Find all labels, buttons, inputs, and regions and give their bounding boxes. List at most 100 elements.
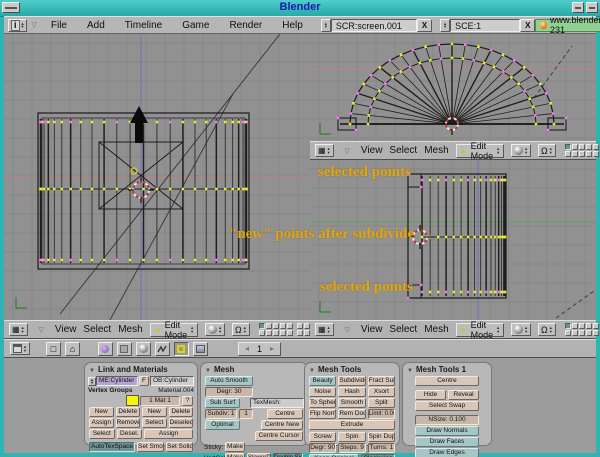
scene-delete-button[interactable]: X xyxy=(520,19,535,32)
layer-cell[interactable] xyxy=(565,323,571,329)
draw-normals-toggle[interactable]: Draw Normals xyxy=(415,426,479,436)
view-menu[interactable]: View xyxy=(361,145,383,156)
vgroup-desel-button[interactable]: Desel. xyxy=(117,429,143,439)
menu-render[interactable]: Render xyxy=(219,20,272,31)
noise-button[interactable]: Noise xyxy=(309,387,336,397)
layer-cell[interactable] xyxy=(273,330,279,336)
material-help-button[interactable]: ? xyxy=(182,396,193,406)
fract-sub-button[interactable]: Fract Sub xyxy=(368,376,395,386)
screen-browse-button[interactable]: ▲▼ xyxy=(321,19,331,32)
set-solid-button[interactable]: Set Solid xyxy=(166,442,193,452)
scene-browse-button[interactable]: ▲▼ xyxy=(440,19,450,32)
layer-cell[interactable] xyxy=(565,330,571,336)
frame-counter[interactable]: ◂ 1 ▸ xyxy=(238,342,281,356)
proportional-edit-button[interactable]: Ω▲▼ xyxy=(232,323,250,336)
view-menu[interactable]: View xyxy=(55,324,77,335)
layer-cell[interactable] xyxy=(565,151,571,157)
editing-buttons-button[interactable] xyxy=(174,342,189,356)
layer-cell[interactable] xyxy=(259,330,265,336)
xsort-button[interactable]: Xsort xyxy=(368,387,395,397)
reveal-button[interactable]: Reveal xyxy=(448,390,479,400)
draw-mode-button[interactable]: ▲▼ xyxy=(511,323,531,336)
layer-cell[interactable] xyxy=(266,330,272,336)
layer-cell[interactable] xyxy=(586,151,592,157)
layer-cell[interactable] xyxy=(266,323,272,329)
home-button[interactable]: ⌂ xyxy=(65,342,80,356)
subdiv-render-slider[interactable]: 1 xyxy=(239,409,253,419)
layer-cell[interactable] xyxy=(304,330,310,336)
layer-cell[interactable] xyxy=(280,323,286,329)
layer-buttons[interactable] xyxy=(565,323,600,336)
autotexspace-button[interactable]: AutoTexSpace xyxy=(89,442,135,452)
material-index-counter[interactable]: 1 Mat 1 xyxy=(140,396,180,406)
layer-cell[interactable] xyxy=(579,144,585,150)
layer-cell[interactable] xyxy=(565,144,571,150)
centre-cursor-button[interactable]: Centre Cursor xyxy=(255,431,303,441)
auto-smooth-toggle[interactable]: Auto Smooth xyxy=(205,376,253,386)
vgroup-assign-button[interactable]: Assign xyxy=(89,418,114,428)
vgroup-new-button[interactable]: New xyxy=(89,407,114,417)
shrink-panel-button[interactable]: □ xyxy=(46,342,61,356)
to-sphere-button[interactable]: To Sphere xyxy=(309,398,336,408)
layer-cell[interactable] xyxy=(593,323,599,329)
menu-file[interactable]: File xyxy=(41,20,77,31)
mat-delete-button[interactable]: Delete xyxy=(169,407,194,417)
window-titlebar[interactable]: Blender xyxy=(0,0,600,17)
layer-cell[interactable] xyxy=(586,323,592,329)
panel-collapse-icon[interactable]: ▼ xyxy=(309,368,315,374)
frame-next-icon[interactable]: ▸ xyxy=(270,344,274,353)
collapse-header-icon[interactable]: ▽ xyxy=(341,147,354,155)
select-swap-button[interactable]: Select Swap xyxy=(415,401,479,411)
mesh-menu[interactable]: Mesh xyxy=(424,324,448,335)
mesh-name-field[interactable]: ME:Cylinder xyxy=(96,376,138,386)
layer-cell[interactable] xyxy=(572,330,578,336)
draw-edges-toggle[interactable]: Draw Edges xyxy=(415,448,479,457)
layer-cell[interactable] xyxy=(593,151,599,157)
layer-cell[interactable] xyxy=(273,323,279,329)
viewport-type-button[interactable]: ▦▲▼ xyxy=(315,323,334,336)
window-type-button[interactable]: i ▲▼ xyxy=(8,19,27,32)
turns-slider[interactable]: Turns: 1 xyxy=(368,443,395,453)
layer-cell[interactable] xyxy=(572,151,578,157)
collapse-header-icon[interactable]: ▽ xyxy=(341,326,354,334)
fake-user-button[interactable]: F xyxy=(139,376,149,386)
buttons-window-type-button[interactable]: ▲▼ xyxy=(10,342,30,355)
mat-select-button[interactable]: Select xyxy=(142,418,167,428)
screen-delete-button[interactable]: X xyxy=(417,19,432,32)
panel-collapse-icon[interactable]: ▼ xyxy=(89,368,95,374)
layer-cell[interactable] xyxy=(297,323,303,329)
draw-faces-toggle[interactable]: Draw Faces xyxy=(415,437,479,447)
layer-cell[interactable] xyxy=(304,323,310,329)
select-menu[interactable]: Select xyxy=(389,324,417,335)
panel-collapse-icon[interactable]: ▼ xyxy=(407,368,413,374)
double-sided-toggle[interactable]: Double Sided xyxy=(273,453,303,457)
object-name-field[interactable]: OB:Cylinder xyxy=(150,376,194,386)
sticky-make-button[interactable]: Make xyxy=(225,442,245,452)
vgroup-select-button[interactable]: Select xyxy=(89,429,115,439)
viewport-type-button[interactable]: ▦▲▼ xyxy=(315,144,334,157)
layer-cell[interactable] xyxy=(572,144,578,150)
smooth-button[interactable]: Smooth xyxy=(338,398,365,408)
mat-new-button[interactable]: New xyxy=(142,407,167,417)
material-color-swatch[interactable] xyxy=(126,395,139,406)
optimal-toggle[interactable]: Optimal xyxy=(205,420,240,430)
screw-button[interactable]: Screw xyxy=(309,432,336,442)
subdivide-button[interactable]: Subdivide xyxy=(338,376,365,386)
layer-cell[interactable] xyxy=(586,144,592,150)
centre-new-button[interactable]: Centre New xyxy=(261,420,303,430)
mode-dropdown[interactable]: ▲Edit Mode▲▼ xyxy=(456,144,504,158)
spin-dup-button[interactable]: Spin Dup xyxy=(368,432,395,442)
draw-mode-button[interactable]: ▲▼ xyxy=(205,323,225,336)
slower-draw-button[interactable]: SlowerDr xyxy=(247,453,271,457)
mesh-browse-button[interactable]: ▲▼ xyxy=(88,377,96,386)
texmesh-field[interactable]: TexMesh: xyxy=(250,398,304,408)
layer-cell[interactable] xyxy=(287,330,293,336)
rem-doubles-button[interactable]: Rem Doub xyxy=(338,409,365,419)
scene-buttons-button[interactable] xyxy=(193,342,208,356)
view-menu[interactable]: View xyxy=(361,324,383,335)
flip-norm-button[interactable]: Flip Norm xyxy=(309,409,336,419)
shading-buttons-button[interactable] xyxy=(136,342,151,356)
viewport-front[interactable] xyxy=(4,34,311,320)
mode-dropdown[interactable]: ▲Edit Mode▲▼ xyxy=(150,323,198,337)
degr-90-slider[interactable]: Degr: 90 xyxy=(309,443,336,453)
